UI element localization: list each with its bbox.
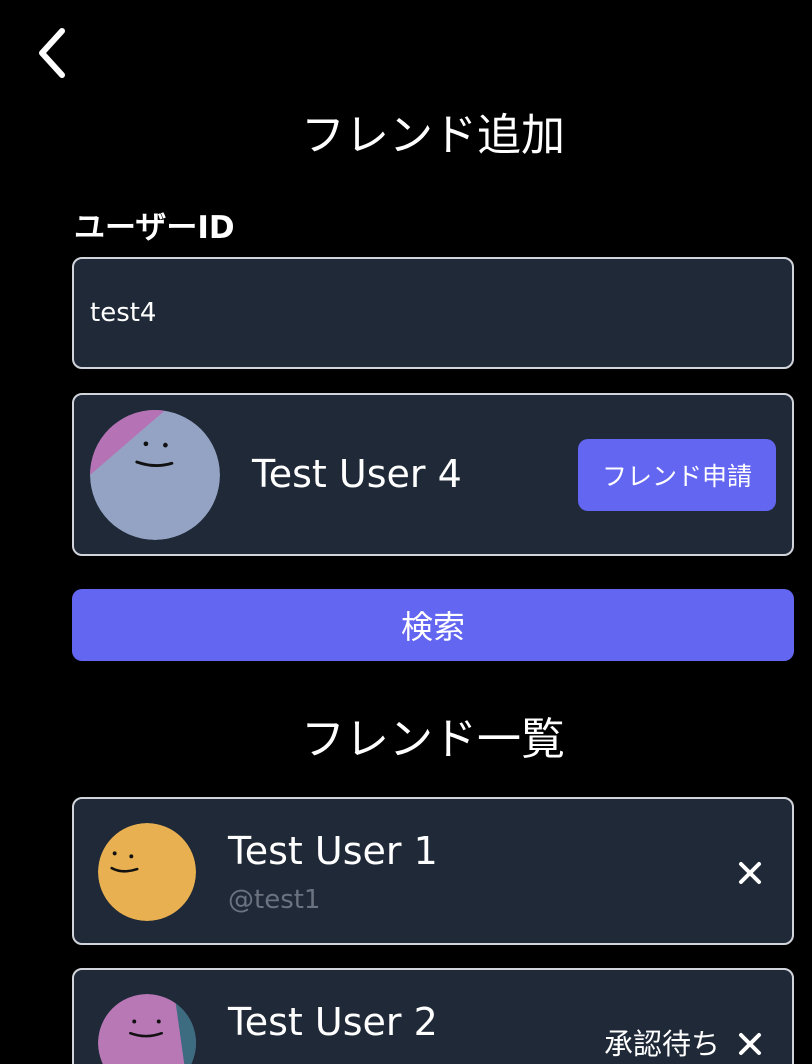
avatar (98, 823, 196, 921)
friend-list-item: Test User 2 承認待ち (72, 968, 794, 1064)
close-icon (739, 862, 761, 884)
cancel-request-button[interactable] (730, 1024, 770, 1064)
avatar (90, 410, 220, 540)
remove-friend-button[interactable] (730, 853, 770, 893)
friend-handle: @test1 (228, 885, 321, 915)
chevron-left-icon (39, 28, 65, 78)
friend-request-button[interactable]: フレンド申請 (578, 439, 776, 511)
close-icon (739, 1033, 761, 1055)
search-button[interactable]: 検索 (72, 589, 794, 661)
friend-name: Test User 2 (228, 1000, 438, 1044)
friend-name: Test User 1 (228, 829, 438, 873)
add-friend-screen: フレンド追加 ユーザーID Test User 4 フレンド申請 検索 フレンド… (0, 0, 812, 1064)
smiley-avatar-icon (98, 823, 196, 921)
page-title: フレンド追加 (301, 110, 565, 161)
friend-list-title: フレンド一覧 (301, 714, 565, 765)
result-user-name: Test User 4 (252, 452, 462, 496)
back-button[interactable] (22, 20, 82, 86)
smiley-avatar-icon (98, 994, 196, 1064)
user-id-input[interactable] (72, 257, 794, 369)
pending-status: 承認待ち (604, 1024, 770, 1064)
friend-list-item: Test User 1 @test1 (72, 797, 794, 945)
smiley-avatar-icon (90, 410, 220, 540)
pending-label: 承認待ち (603, 1027, 720, 1061)
search-result-card: Test User 4 フレンド申請 (72, 393, 794, 556)
user-id-label: ユーザーID (74, 210, 235, 246)
avatar (98, 994, 196, 1064)
